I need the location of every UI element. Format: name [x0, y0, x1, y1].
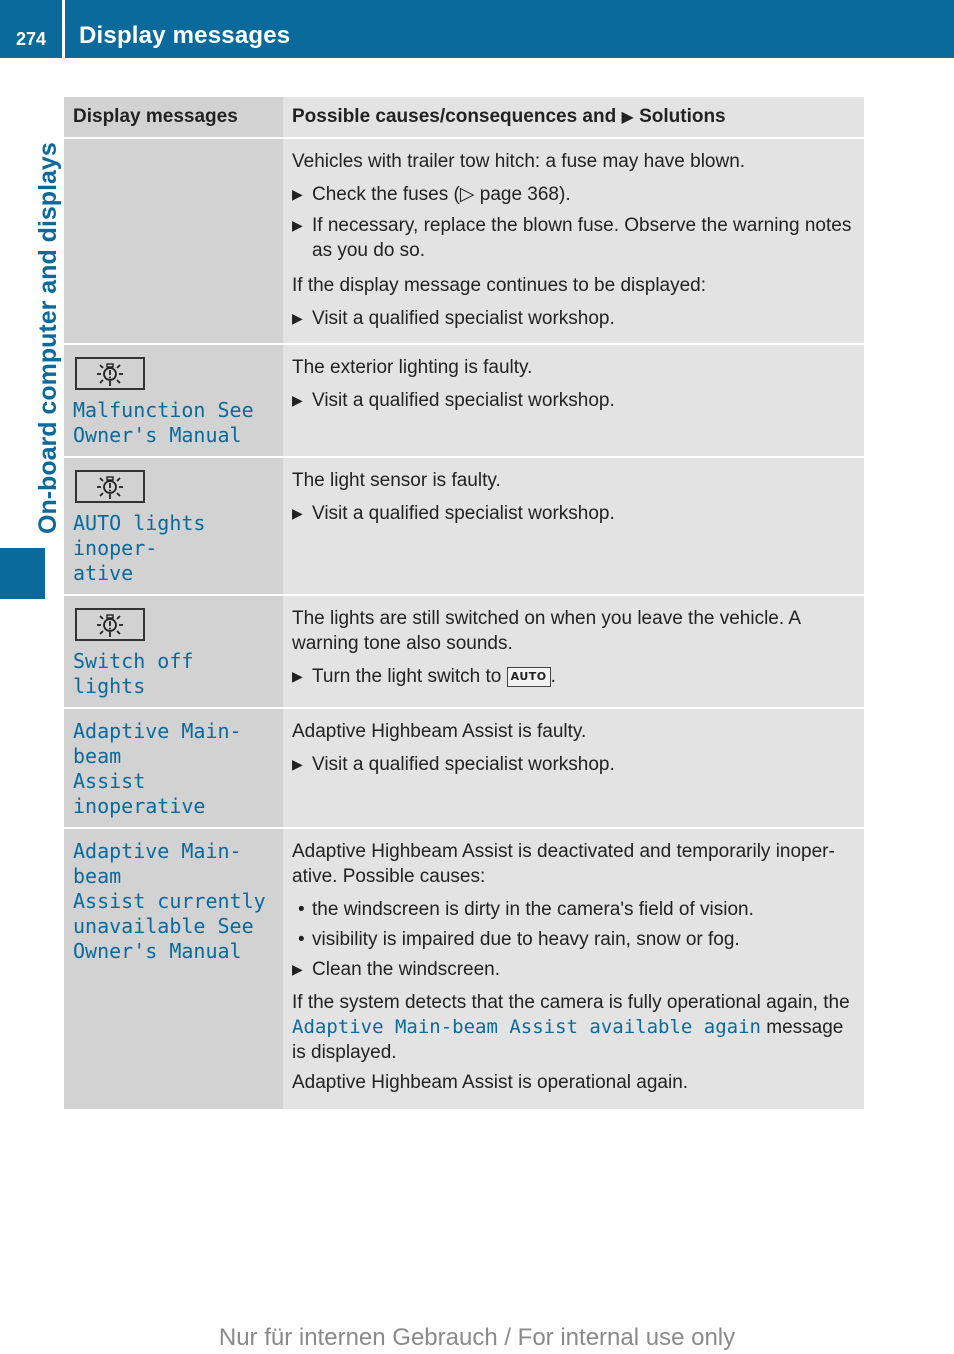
column-header-solutions-prefix: Possible causes/consequences and	[292, 106, 617, 127]
cause-bullet: • visibility is impaired due to heavy ra…	[292, 927, 855, 952]
column-header-messages: Display messages	[64, 97, 283, 138]
para-text: If the system detects that the camera is…	[292, 992, 850, 1013]
step-text: Visit a qualified specialist workshop.	[312, 390, 615, 411]
header-divider	[62, 0, 65, 58]
step-text: Turn the light switch to	[312, 666, 502, 687]
solution-step: ▶ Turn the light switch to AUTO.	[292, 664, 855, 689]
lamp-fault-icon-glyph	[97, 362, 123, 386]
solution-step: ▶ Visit a qualified specialist workshop.	[292, 501, 855, 526]
solution-cell: Adaptive Highbeam Assist is deactivated …	[283, 827, 864, 1109]
lamp-fault-icon	[75, 608, 145, 641]
internal-use-watermark: Nur für internen Gebrauch / For internal…	[218, 1324, 736, 1351]
section-thumb-tab	[0, 548, 45, 599]
lamp-fault-icon-glyph	[97, 475, 123, 499]
lamp-fault-icon	[75, 357, 145, 390]
table-row: Vehicles with trailer tow hitch: a fuse …	[64, 137, 864, 344]
cause-text: If the display message continues to be d…	[292, 275, 707, 296]
message-cell: Adaptive Main-beam Assist inoperative	[64, 707, 283, 828]
solution-arrow-icon: ▶	[621, 109, 634, 126]
cause-text: Adaptive Highbeam Assist is faulty.	[292, 721, 587, 742]
table-row: Malfunction See Owner's Manual The exter…	[64, 343, 864, 457]
display-message-text: Adaptive Main-beam Assist currently unav…	[73, 839, 266, 963]
solution-step: ▶ Visit a qualified specialist workshop.	[292, 388, 855, 413]
bullet-text: the windscreen is dirty in the camera's …	[312, 899, 754, 920]
step-text: Check the fuses (	[312, 184, 460, 205]
solution-step: ▶ Clean the windscreen.	[292, 957, 855, 982]
section-side-label: On-board computer and displays	[0, 58, 62, 538]
cause-text: The light sensor is faulty.	[292, 470, 501, 491]
step-text: Clean the windscreen.	[312, 959, 500, 980]
step-arrow-icon: ▶	[292, 186, 303, 202]
bullet-icon: •	[298, 899, 305, 920]
solution-cell: Adaptive Highbeam Assist is faulty. ▶ Vi…	[283, 707, 864, 828]
table-row: AUTO lights inoper‑ ative The light sens…	[64, 456, 864, 595]
table-header-row: Display messages Possible causes/consequ…	[64, 97, 864, 138]
display-message-inline: Adaptive Main-beam Assist available agai…	[292, 1016, 761, 1038]
lamp-fault-icon	[75, 470, 145, 503]
message-cell	[64, 137, 283, 344]
step-text: Visit a qualified specialist workshop.	[312, 754, 615, 775]
table-row: Switch off lights The lights are still s…	[64, 594, 864, 708]
step-text: Visit a qualified specialist workshop.	[312, 503, 615, 524]
display-messages-table: Display messages Possible causes/consequ…	[64, 97, 864, 1109]
step-arrow-icon: ▶	[292, 505, 303, 521]
message-cell: Adaptive Main-beam Assist currently unav…	[64, 827, 283, 1109]
bullet-icon: •	[298, 929, 305, 950]
page-title: Display messages	[79, 22, 291, 49]
solution-cell: The lights are still switched on when yo…	[283, 594, 864, 708]
cause-text: The lights are still switched on when yo…	[292, 608, 801, 654]
message-cell: AUTO lights inoper‑ ative	[64, 456, 283, 595]
page-number: 274	[15, 29, 47, 49]
step-arrow-icon: ▶	[292, 756, 303, 772]
bullet-text: visibility is impaired due to heavy rain…	[312, 929, 740, 950]
cause-text: Adaptive Highbeam Assist is deactivated …	[292, 841, 835, 887]
solution-step: ▶ Visit a qualified specialist workshop.	[292, 306, 855, 331]
step-text-end: .	[550, 666, 556, 687]
cause-text: The exterior lighting is faulty.	[292, 357, 533, 378]
step-arrow-icon: ▶	[292, 392, 303, 408]
display-message-text: AUTO lights inoper‑ ative	[73, 511, 206, 585]
page-reference-link[interactable]: page 368).	[474, 184, 571, 205]
solution-step: ▶ Visit a qualified specialist workshop.	[292, 752, 855, 777]
step-arrow-icon: ▶	[292, 310, 303, 326]
page-reference-icon: ▷	[459, 184, 475, 205]
solution-step: ▶ Check the fuses (▷ page 368).	[292, 182, 855, 207]
message-cell: Switch off lights	[64, 594, 283, 708]
step-arrow-icon: ▶	[292, 961, 303, 977]
display-message-text: Adaptive Main-beam Assist inoperative	[73, 719, 242, 818]
cause-text: Vehicles with trailer tow hitch: a fuse …	[292, 151, 746, 172]
solution-cell: The exterior lighting is faulty. ▶ Visit…	[283, 343, 864, 457]
step-text: If necessary, replace the blown fuse. Ob…	[312, 215, 852, 261]
step-text: Visit a qualified specialist workshop.	[312, 308, 615, 329]
solution-step: ▶ If necessary, replace the blown fuse. …	[292, 213, 855, 263]
cause-text: If the system detects that the camera is…	[292, 990, 855, 1065]
column-header-solutions-suffix: Solutions	[639, 106, 726, 127]
message-cell: Malfunction See Owner's Manual	[64, 343, 283, 457]
cause-bullet: • the windscreen is dirty in the camera'…	[292, 897, 855, 922]
step-arrow-icon: ▶	[292, 217, 303, 233]
cause-text: Adaptive Highbeam Assist is operational …	[292, 1072, 689, 1093]
table-row: Adaptive Main-beam Assist inoperative Ad…	[64, 707, 864, 828]
solution-cell: The light sensor is faulty. ▶ Visit a qu…	[283, 456, 864, 595]
display-message-text: Switch off lights	[73, 649, 194, 698]
solution-cell: Vehicles with trailer tow hitch: a fuse …	[283, 137, 864, 344]
step-arrow-icon: ▶	[292, 668, 303, 684]
table-row: Adaptive Main-beam Assist currently unav…	[64, 827, 864, 1109]
section-side-label-text: On-board computer and displays	[34, 142, 62, 534]
lamp-fault-icon-glyph	[97, 613, 123, 637]
column-header-solutions: Possible causes/consequences and ▶ Solut…	[283, 97, 864, 138]
auto-switch-icon: AUTO	[506, 667, 551, 687]
display-message-text: Malfunction See Owner's Manual	[73, 398, 254, 447]
